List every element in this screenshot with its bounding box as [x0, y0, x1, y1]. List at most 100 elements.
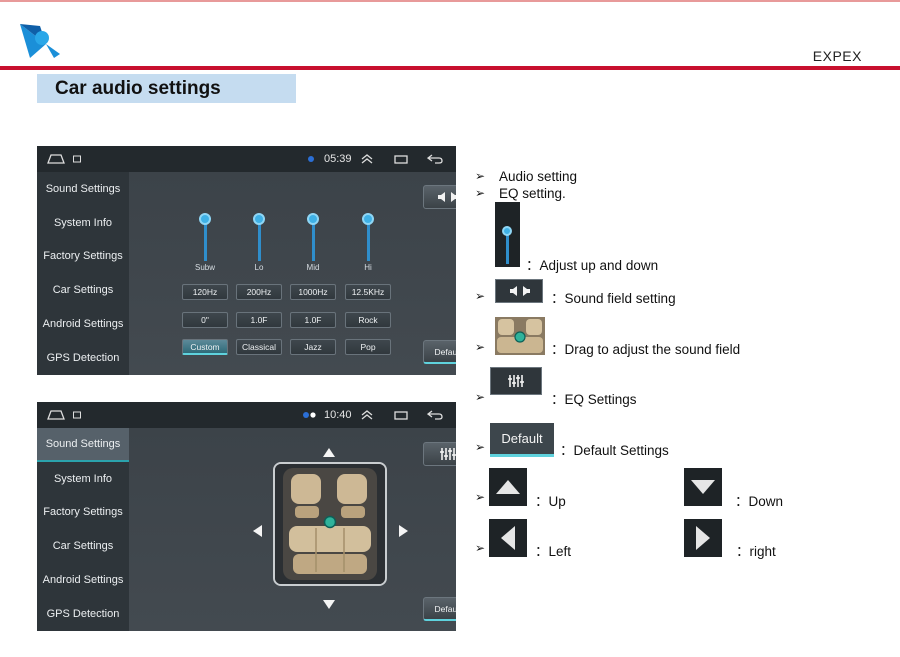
slider-label: Lo [254, 263, 264, 272]
legend-adjust: ：Adjust up and down [526, 258, 659, 273]
sidebar-item-android-settings[interactable]: Android Settings [37, 563, 129, 597]
sidebar-item-factory-settings[interactable]: Factory Settings [37, 496, 129, 530]
chevron-up-icon[interactable] [361, 146, 373, 172]
value-button[interactable]: 1.0F [236, 312, 282, 328]
eq-settings-button[interactable] [423, 442, 456, 466]
legend-sound-field: ：Sound field setting [551, 291, 676, 306]
bullet-arrow-icon: ➢ [475, 390, 486, 404]
default-button[interactable]: Default [423, 340, 456, 364]
sidebar-item-sound-settings[interactable]: Sound Settings [37, 172, 129, 206]
freq-button[interactable]: 120Hz [182, 284, 228, 300]
bullet-arrow-icon: ➢ [475, 440, 486, 454]
settings-sidebar: Sound Settings System Info Factory Setti… [37, 172, 129, 375]
brand-name: EXPEX [812, 48, 862, 64]
settings-sidebar: Sound Settings System Info Factory Setti… [37, 428, 129, 631]
freq-button[interactable]: 1000Hz [290, 284, 336, 300]
eq-screen: 05:39 Sound Settings System Info Factory… [37, 146, 456, 375]
sidebar-item-sound-settings[interactable]: Sound Settings [37, 428, 129, 462]
up-arrow-icon [496, 480, 520, 494]
slider-thumbnail [495, 202, 520, 267]
value-button[interactable]: 0" [182, 312, 228, 328]
page-title: Car audio settings [37, 74, 296, 103]
sidebar-item-car-settings[interactable]: Car Settings [37, 273, 129, 307]
home-icon[interactable] [47, 146, 65, 172]
slider-knob[interactable] [307, 213, 319, 225]
eq-panel: Subw Lo Mid Hi 120Hz 200Hz 1000Hz 12.5KH… [129, 172, 456, 375]
notification-icon [73, 146, 81, 172]
status-bar: 05:39 [37, 146, 456, 172]
eq-settings-thumbnail [490, 367, 542, 395]
default-button[interactable]: Default [423, 597, 456, 621]
legend-left: ：Left [535, 544, 572, 559]
back-icon[interactable] [427, 146, 443, 172]
bluetooth-icon [308, 146, 314, 172]
car-seat-thumbnail [495, 317, 545, 355]
sidebar-item-gps-detection[interactable]: GPS Detection [37, 341, 129, 375]
value-button[interactable]: 1.0F [290, 312, 336, 328]
legend-default-settings: ：Default Settings [560, 443, 669, 458]
down-key-thumbnail [684, 468, 722, 506]
legend-up: ：Up [535, 494, 566, 509]
car-interior-sound-field[interactable] [273, 462, 387, 586]
sidebar-item-factory-settings[interactable]: Factory Settings [37, 240, 129, 274]
legend-drag: ：Drag to adjust the sound field [551, 342, 741, 357]
sidebar-item-system-info[interactable]: System Info [37, 462, 129, 496]
field-up-arrow-icon[interactable] [323, 448, 335, 457]
brand-logo-icon [20, 24, 60, 58]
sound-field-thumbnail [495, 279, 543, 303]
sound-field-button[interactable] [423, 185, 456, 209]
status-bar: 10:40 [37, 402, 456, 428]
recent-apps-icon[interactable] [394, 146, 408, 172]
eq-slider-hi[interactable]: Hi [351, 213, 385, 274]
sound-field-screen: 10:40 Sound Settings System Info Factory… [37, 402, 456, 631]
left-arrow-icon [501, 526, 515, 550]
bullet-arrow-icon: ➢ [475, 169, 486, 183]
notification-icon [73, 402, 81, 428]
value-button[interactable]: Rock [345, 312, 391, 328]
default-thumbnail: Default [490, 423, 554, 457]
sidebar-item-gps-detection[interactable]: GPS Detection [37, 597, 129, 631]
slider-label: Hi [364, 263, 372, 272]
back-icon[interactable] [427, 402, 443, 428]
slider-label: Subw [194, 263, 215, 272]
legend-eq-setting: EQ setting. [499, 186, 566, 201]
preset-classical-button[interactable]: Classical [236, 339, 282, 355]
recent-apps-icon[interactable] [394, 402, 408, 428]
top-divider [0, 0, 900, 2]
right-key-thumbnail [684, 519, 722, 557]
preset-pop-button[interactable]: Pop [345, 339, 391, 355]
bullet-arrow-icon: ➢ [475, 289, 486, 303]
field-right-arrow-icon[interactable] [399, 525, 408, 537]
bullet-arrow-icon: ➢ [475, 340, 486, 354]
legend-down: ：Down [735, 494, 784, 509]
eq-slider-subw[interactable]: Subw [188, 213, 222, 274]
sidebar-item-android-settings[interactable]: Android Settings [37, 307, 129, 341]
slider-knob[interactable] [362, 213, 374, 225]
freq-button[interactable]: 200Hz [236, 284, 282, 300]
bullet-arrow-icon: ➢ [475, 186, 486, 200]
freq-button[interactable]: 12.5KHz [345, 284, 391, 300]
slider-knob[interactable] [253, 213, 265, 225]
right-arrow-icon [696, 526, 710, 550]
eq-slider-lo[interactable]: Lo [242, 213, 276, 274]
clock-time: 05:39 [324, 153, 352, 165]
eq-slider-mid[interactable]: Mid [296, 213, 330, 274]
slider-knob[interactable] [199, 213, 211, 225]
slider-label: Mid [306, 263, 320, 272]
chevron-up-icon[interactable] [361, 402, 373, 428]
home-icon[interactable] [47, 402, 65, 428]
sidebar-item-car-settings[interactable]: Car Settings [37, 529, 129, 563]
eq-sliders-icon [508, 375, 524, 387]
legend-eq-settings: ：EQ Settings [551, 392, 637, 407]
legend-audio-setting: Audio setting [499, 169, 578, 184]
field-down-arrow-icon[interactable] [323, 600, 335, 609]
field-left-arrow-icon[interactable] [253, 525, 262, 537]
sidebar-item-system-info[interactable]: System Info [37, 206, 129, 240]
legend-right: ：right [736, 544, 776, 559]
up-key-thumbnail [489, 468, 527, 506]
preset-custom-button[interactable]: Custom [182, 339, 228, 355]
preset-jazz-button[interactable]: Jazz [290, 339, 336, 355]
left-key-thumbnail [489, 519, 527, 557]
bullet-arrow-icon: ➢ [475, 490, 486, 504]
car-seats-image [275, 464, 385, 584]
